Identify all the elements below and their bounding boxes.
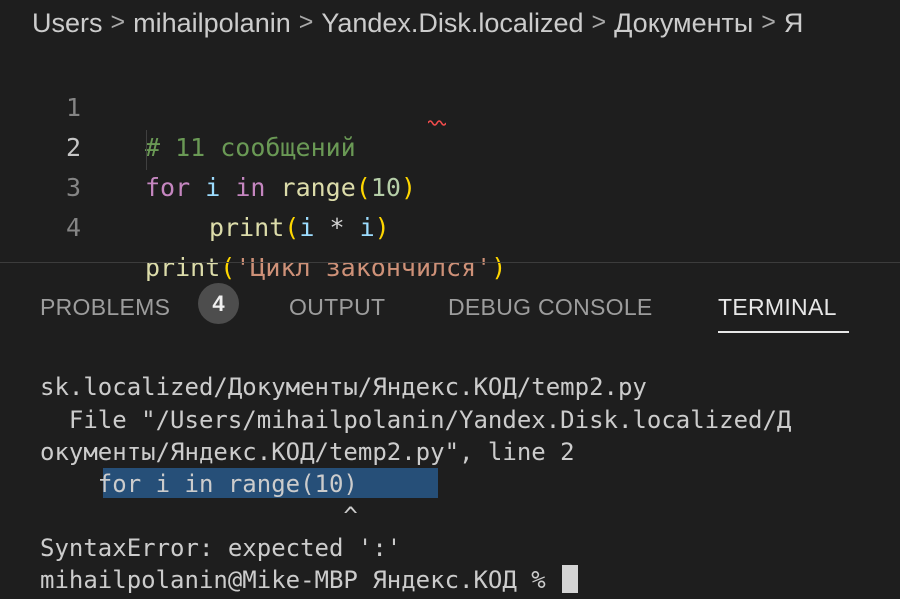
line-number: 3 [66, 173, 82, 202]
code-text: for i in range(10) [145, 168, 416, 208]
code-operator: * [329, 213, 345, 242]
code-editor[interactable]: 1 # 11 сообщений 2 for i in range(10) 3 … [0, 46, 900, 282]
code-line-2[interactable]: 2 for i in range(10) [0, 88, 416, 202]
terminal-prompt-line[interactable]: mihailpolanin@Mike-MBP Яндекс.КОД % [40, 564, 579, 596]
code-text: # 11 сообщений [145, 128, 356, 168]
code-line-3[interactable]: 3 print(i * i) [0, 128, 390, 242]
breadcrumb-separator: > [110, 7, 126, 36]
line-number: 2 [66, 133, 82, 162]
code-function: print [209, 213, 285, 242]
indent-guide [146, 130, 147, 170]
tab-output[interactable]: OUTPUT [289, 292, 385, 322]
code-paren: ( [284, 213, 300, 242]
breadcrumb-item-user[interactable]: mihailpolanin [133, 8, 291, 39]
breadcrumb-item-users[interactable]: Users [32, 8, 103, 39]
code-line-4[interactable]: 4 print('Цикл закончился') [0, 168, 506, 282]
problems-count-badge: 4 [198, 283, 239, 324]
breadcrumb-separator: > [298, 7, 314, 36]
code-comment: # 11 сообщений [145, 133, 356, 162]
breadcrumb-item-truncated[interactable]: Я [784, 8, 804, 39]
terminal-cursor [562, 565, 579, 593]
code-number: 10 [370, 173, 401, 202]
code-variable: i [359, 213, 375, 242]
terminal[interactable]: sk.localized/Документы/Яндекс.КОД/temp2.… [0, 341, 900, 599]
code-variable: i [299, 213, 315, 242]
terminal-line: File "/Users/mihailpolanin/Yandex.Disk.l… [40, 406, 792, 434]
breadcrumb-item-documents[interactable]: Документы [614, 8, 753, 39]
terminal-line: sk.localized/Документы/Яндекс.КОД/temp2.… [40, 373, 647, 401]
tab-terminal[interactable]: TERMINAL [718, 292, 837, 322]
line-number: 1 [66, 93, 82, 122]
breadcrumb-separator: > [761, 7, 776, 36]
code-paren: ) [374, 213, 390, 242]
error-squiggle-icon [428, 120, 446, 126]
line-number: 4 [66, 213, 82, 242]
code-paren: ( [355, 173, 371, 202]
terminal-line: ^ [40, 502, 358, 530]
code-line-1[interactable]: 1 # 11 сообщений [0, 48, 356, 162]
breadcrumb-item-yandex-disk[interactable]: Yandex.Disk.localized [321, 8, 583, 39]
code-function: range [280, 173, 356, 202]
panel-tabs: PROBLEMS 4 OUTPUT DEBUG CONSOLE TERMINAL [0, 263, 900, 341]
tab-problems[interactable]: PROBLEMS [40, 292, 170, 322]
active-tab-indicator [718, 331, 849, 333]
code-variable: i [205, 173, 221, 202]
terminal-line: for i in range(10) [40, 470, 358, 498]
terminal-line: SyntaxError: expected ':' [40, 534, 402, 562]
code-keyword: for [145, 173, 191, 202]
terminal-line: окументы/Яндекс.КОД/temp2.py", line 2 [40, 438, 575, 466]
tab-debug-console[interactable]: DEBUG CONSOLE [448, 292, 653, 322]
terminal-prompt: mihailpolanin@Mike-MBP Яндекс.КОД % [40, 566, 561, 594]
code-keyword: in [235, 173, 266, 202]
breadcrumb-separator: > [591, 7, 607, 36]
code-text: print(i * i) [209, 208, 390, 248]
code-paren: ) [400, 173, 417, 202]
breadcrumb: Users > mihailpolanin > Yandex.Disk.loca… [0, 0, 900, 46]
